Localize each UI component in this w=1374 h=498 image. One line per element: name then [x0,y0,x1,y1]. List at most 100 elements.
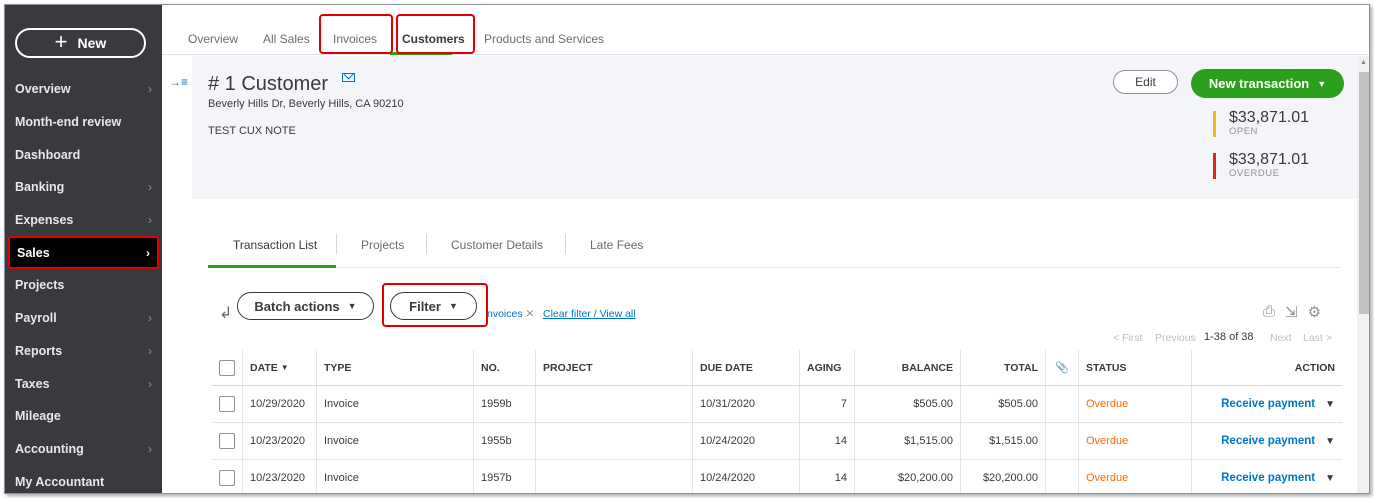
cell-attachment [1046,386,1079,422]
filter-button[interactable]: Filter ▼ [390,292,477,320]
caret-down-icon[interactable]: ▼ [1325,473,1335,484]
print-icon[interactable]: ⎙ [1263,303,1275,321]
row-checkbox[interactable] [219,470,235,486]
tab-all-sales[interactable]: All Sales [263,32,310,46]
receive-payment-link[interactable]: Receive payment [1221,398,1315,410]
filter-chip-label: nvoices [487,308,523,320]
scroll-thumb[interactable] [1359,72,1369,314]
cell-due-date: 10/24/2020 [693,423,800,459]
open-balance: $33,871.01 OPEN [1213,109,1309,137]
col-status[interactable]: STATUS [1079,350,1192,385]
sidebar-item-taxes[interactable]: Taxes › [5,367,162,400]
select-all-checkbox[interactable] [219,359,235,376]
sidebar-item-label: Accounting [15,441,84,456]
batch-actions-label: Batch actions [254,298,340,314]
row-checkbox[interactable] [219,396,235,412]
cell-total: $505.00 [961,386,1046,422]
batch-actions-button[interactable]: Batch actions ▼ [237,292,374,320]
cell-type: Invoice [317,386,474,422]
table-row[interactable]: 10/29/2020 Invoice 1959b 10/31/2020 7 $5… [212,386,1342,423]
cell-project [536,386,693,422]
sidebar-item-overview[interactable]: Overview › [5,73,162,106]
tab-late-fees[interactable]: Late Fees [590,238,643,252]
sidebar-item-dashboard[interactable]: Dashboard [5,138,162,171]
top-nav: Overview All Sales Invoices Customers Pr… [162,5,1369,55]
open-bar [1213,111,1216,137]
col-type[interactable]: TYPE [317,350,474,385]
sidebar-item-label: Taxes [15,376,50,391]
tab-projects[interactable]: Projects [361,238,404,252]
tab-invoices[interactable]: Invoices [333,32,377,46]
active-tab-indicator [390,52,452,55]
edit-button[interactable]: Edit [1113,70,1178,94]
receive-payment-link[interactable]: Receive payment [1221,435,1315,447]
sidebar-item-expenses[interactable]: Expenses › [5,204,162,237]
new-transaction-button[interactable]: New transaction ▼ [1191,69,1344,98]
sidebar-item-payroll[interactable]: Payroll › [5,302,162,335]
cell-no: 1957b [474,460,536,493]
caret-down-icon[interactable]: ▼ [1325,436,1335,447]
tab-transaction-list[interactable]: Transaction List [233,238,317,252]
cell-date: 10/23/2020 [243,460,317,493]
scrollbar[interactable]: ▲ [1357,56,1369,493]
sidebar-item-projects[interactable]: Projects [5,269,162,302]
clear-filter-link[interactable]: Clear filter / View all [543,308,636,320]
sidebar-item-label: Expenses [15,213,74,228]
new-button-label: New [77,35,107,51]
collapse-panel-icon[interactable]: →≡ [169,75,188,89]
close-icon[interactable]: ✕ [526,308,535,320]
overdue-amount: $33,871.01 [1229,151,1310,168]
cell-no: 1959b [474,386,536,422]
tab-customers[interactable]: Customers [402,32,465,46]
sidebar-item-label: Mileage [15,409,61,424]
tab-products-and-services[interactable]: Products and Services [484,32,604,46]
col-due-date[interactable]: DUE DATE [693,350,800,385]
cell-balance: $505.00 [855,386,961,422]
sidebar-item-reports[interactable]: Reports › [5,335,162,368]
export-icon[interactable]: ⇲ [1285,303,1298,321]
col-date[interactable]: DATE ▼ [243,350,317,385]
chevron-right-icon: › [148,343,152,358]
table-row[interactable]: 10/23/2020 Invoice 1957b 10/24/2020 14 $… [212,460,1342,493]
pager-last[interactable]: Last > [1303,332,1332,344]
tab-customer-details[interactable]: Customer Details [451,238,543,252]
col-total[interactable]: TOTAL [961,350,1046,385]
caret-down-icon[interactable]: ▼ [1325,399,1335,410]
cell-action: Receive payment ▼ [1192,460,1342,493]
pager-first[interactable]: < First [1113,332,1142,344]
overdue-bar [1213,153,1216,179]
pager-next[interactable]: Next [1270,332,1292,344]
sidebar-item-sales[interactable]: Sales › [8,236,159,270]
sidebar-item-mileage[interactable]: Mileage [5,400,162,433]
col-aging[interactable]: AGING [800,350,855,385]
email-icon[interactable] [342,73,355,82]
sidebar-item-label: Dashboard [15,147,81,162]
cell-attachment [1046,423,1079,459]
new-button[interactable]: + New [15,28,146,58]
sidebar-item-label: Payroll [15,311,57,326]
col-balance[interactable]: BALANCE [855,350,961,385]
scroll-up-icon[interactable]: ▲ [1360,59,1367,66]
col-no[interactable]: NO. [474,350,536,385]
cell-status: Overdue [1079,386,1192,422]
filter-chip[interactable]: nvoices ✕ [487,308,534,320]
settings-icon[interactable]: ⚙ [1308,303,1321,321]
row-checkbox[interactable] [219,433,235,449]
cell-action: Receive payment ▼ [1192,386,1342,422]
cell-type: Invoice [317,460,474,493]
sidebar-nav: Overview › Month-end review Dashboard Ban… [5,73,162,493]
col-project[interactable]: PROJECT [536,350,693,385]
sidebar-item-banking[interactable]: Banking › [5,171,162,204]
cell-project [536,423,693,459]
table-row[interactable]: 10/23/2020 Invoice 1955b 10/24/2020 14 $… [212,423,1342,460]
sidebar-item-my-accountant[interactable]: My Accountant [5,465,162,493]
sort-arrow-icon[interactable]: ↲ [219,303,232,323]
sidebar-item-accounting[interactable]: Accounting › [5,433,162,466]
transactions-table: DATE ▼ TYPE NO. PROJECT DUE DATE AGING B… [212,350,1342,493]
chevron-right-icon: › [148,82,152,97]
sidebar-item-month-end-review[interactable]: Month-end review [5,106,162,139]
tab-overview[interactable]: Overview [188,32,238,46]
receive-payment-link[interactable]: Receive payment [1221,472,1315,484]
pager-previous[interactable]: Previous [1155,332,1196,344]
sidebar-item-label: Reports [15,343,63,358]
